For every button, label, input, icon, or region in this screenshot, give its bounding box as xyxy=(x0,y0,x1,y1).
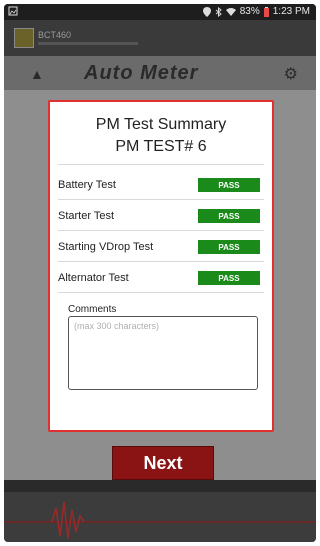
dialog-subtitle: PM TEST# 6 xyxy=(115,138,207,155)
divider xyxy=(58,230,264,231)
divider xyxy=(58,261,264,262)
test-row-starter: Starter Test PASS xyxy=(58,207,264,227)
status-bar: 83% 1:23 PM xyxy=(4,4,316,20)
next-button[interactable]: Next xyxy=(112,446,214,480)
wifi-icon xyxy=(225,8,236,16)
device-screen: 83% 1:23 PM BCT460 ▲ Auto Meter ⚙ PM Tes… xyxy=(4,4,316,542)
test-row-alternator: Alternator Test PASS xyxy=(58,269,264,289)
header-row: ▲ Auto Meter ⚙ xyxy=(4,56,316,90)
battery-icon xyxy=(263,6,269,17)
dialog-title: PM Test Summary xyxy=(95,116,227,133)
pm-test-summary-dialog: PM Test Summary PM TEST# 6 Battery Test … xyxy=(48,100,274,432)
settings-icon[interactable]: ⚙ xyxy=(284,64,298,84)
bluetooth-icon xyxy=(215,6,222,17)
location-icon xyxy=(202,6,211,17)
home-icon[interactable]: ▲ xyxy=(30,66,44,82)
divider xyxy=(58,164,264,165)
pass-badge: PASS xyxy=(198,178,260,192)
app-bar: BCT460 xyxy=(4,20,316,56)
divider xyxy=(58,199,264,200)
divider xyxy=(58,292,264,293)
comments-input[interactable] xyxy=(68,316,258,390)
pass-badge: PASS xyxy=(198,209,260,223)
app-icon xyxy=(14,28,34,48)
brand-logo: Auto Meter xyxy=(84,62,199,84)
test-row-battery: Battery Test PASS xyxy=(58,176,264,196)
app-title: BCT460 xyxy=(38,30,72,40)
comments-label: Comments xyxy=(68,304,117,315)
waveform-graphic xyxy=(4,501,316,539)
test-label: Starter Test xyxy=(58,210,115,222)
test-label: Starting VDrop Test xyxy=(58,241,154,253)
image-icon xyxy=(8,6,18,16)
app-subtitle-bar xyxy=(38,42,138,45)
bottom-waveform-bar xyxy=(4,492,316,542)
test-label: Alternator Test xyxy=(58,272,129,284)
pass-badge: PASS xyxy=(198,271,260,285)
test-row-starting-vdrop: Starting VDrop Test PASS xyxy=(58,238,264,258)
test-label: Battery Test xyxy=(58,179,116,191)
status-time: 1:23 PM xyxy=(272,6,310,17)
pass-badge: PASS xyxy=(198,240,260,254)
battery-percent: 83% xyxy=(239,6,260,17)
